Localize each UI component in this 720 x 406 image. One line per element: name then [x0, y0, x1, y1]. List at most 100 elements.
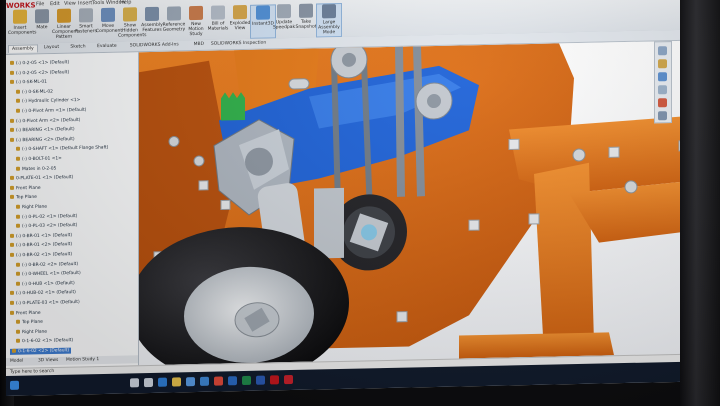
tree-item[interactable]: (-) 0-BR-02 <2> (Default) — [16, 261, 78, 268]
tree-item[interactable]: (-) 0-WHEEL <1> (Default) — [16, 271, 81, 278]
large-assembly-button[interactable]: Large Assembly Mode — [316, 2, 342, 38]
menu-item-edit[interactable]: Edit — [50, 1, 60, 7]
tab-sketch[interactable]: Sketch — [67, 43, 88, 50]
mail-icon[interactable] — [200, 376, 209, 386]
explorer-icon[interactable] — [172, 377, 181, 387]
tree-item[interactable]: Right Plane — [16, 204, 47, 210]
part-icon — [16, 147, 20, 152]
edge-icon[interactable] — [158, 377, 167, 387]
tree-item[interactable]: Front Plane — [10, 310, 41, 316]
view-palette-icon[interactable] — [658, 85, 667, 95]
tree-item[interactable]: (-) 0-BR-01 <1> (Default) — [10, 232, 72, 239]
insert-component-button[interactable]: Insert Components — [8, 9, 36, 42]
menu-item-insert[interactable]: Insert — [78, 0, 92, 6]
graphics-viewport[interactable] — [139, 40, 682, 366]
tree-item[interactable]: (-) 0-BOLT-01 <1> — [16, 156, 62, 162]
mate-button[interactable]: Mate — [30, 9, 54, 42]
tree-item[interactable]: (-) 0-HUB-02 <1> (Default) — [10, 290, 76, 297]
menu-item-help[interactable]: Help — [120, 0, 131, 6]
tree-item[interactable]: (-) 0-BR-01 <2> (Default) — [10, 242, 72, 249]
tree-tab-3d-views[interactable]: 3D Views — [38, 358, 58, 363]
speedpak-button[interactable]: Update Speedpak — [272, 4, 296, 37]
tree-item[interactable]: (-) 0-SK-ML-01 — [10, 79, 47, 85]
tree-item[interactable]: Top Plane — [16, 319, 43, 325]
file-explorer-icon[interactable] — [658, 72, 667, 82]
tree-item[interactable]: Right Plane — [16, 329, 47, 335]
tab-solidworks-add-ins[interactable]: SOLIDWORKS Add-Ins — [127, 41, 182, 49]
tree-item[interactable]: Front Plane — [10, 185, 41, 191]
tree-item[interactable]: (-) 0-BR-02 <1> (Default) — [10, 252, 72, 259]
part-icon — [16, 108, 20, 113]
tree-item[interactable]: (-) 0-HUB <1> (Default) — [16, 280, 75, 287]
custom-properties-icon[interactable] — [658, 111, 667, 121]
search-icon[interactable] — [130, 378, 139, 388]
snapshot-button[interactable]: Take Snapshot — [294, 3, 318, 36]
tree-tab-model[interactable]: Model — [10, 359, 23, 364]
bom-button[interactable]: Bill of Materials — [206, 5, 230, 38]
tree-item-label: (-) 0-HUB <1> (Default) — [22, 280, 75, 287]
assembly-features-button[interactable]: Assembly Features — [140, 6, 164, 40]
speedpak-icon — [277, 4, 291, 19]
show-hidden-button[interactable]: Show Hidden Components — [118, 7, 146, 40]
menu-item-view[interactable]: View — [64, 1, 76, 7]
tab-solidworks-inspection[interactable]: SOLIDWORKS Inspection — [208, 39, 269, 47]
exploded-view-button[interactable]: Exploded View — [228, 4, 252, 38]
tree-item[interactable]: (-) 0-PL-02 <1> (Default) — [16, 213, 77, 220]
part-icon — [16, 262, 20, 267]
tree-item[interactable]: (-) 0-Pivot Arm <2> (Default) — [10, 117, 80, 124]
tree-item[interactable]: 0-1-6-02 <2> (Default) — [10, 347, 72, 355]
tree-item[interactable]: (-) 0-SK-ML-02 — [16, 89, 53, 95]
tab-assembly[interactable]: Assembly — [8, 44, 38, 53]
outlook-icon[interactable] — [228, 376, 237, 386]
ribbon-button-label: Mate — [36, 25, 48, 31]
tree-item[interactable]: 0-1-6-02 <1> (Default) — [16, 338, 73, 345]
tree-item-label: 0-PLATE-01 <1> (Default) — [16, 175, 74, 182]
assembly-model[interactable] — [139, 41, 682, 366]
tree-item[interactable]: (-) 0-PLATE-03 <1> (Default) — [10, 299, 80, 306]
tree-item[interactable]: (-) 0-2-05 <2> (Default) — [10, 69, 69, 76]
tree-item-label: (-) 0-PLATE-03 <1> (Default) — [16, 299, 80, 307]
tab-evaluate[interactable]: Evaluate — [94, 43, 120, 51]
solidworks-icon[interactable] — [270, 375, 279, 385]
tree-item[interactable]: (-) 0-PL-03 <2> (Default) — [16, 223, 77, 230]
excel-icon[interactable] — [242, 375, 251, 386]
tree-item[interactable]: (-) BEARING <1> (Default) — [10, 127, 75, 134]
pattern-button[interactable]: Linear Component Pattern — [52, 8, 78, 42]
reference-geometry-button[interactable]: Reference Geometry — [162, 6, 186, 39]
ribbon-button-label: Exploded View — [229, 20, 251, 32]
tree-item[interactable]: (-) 0-2-05 <1> (Default) — [10, 60, 69, 67]
monitor-bezel-right — [680, 0, 720, 406]
tree-tab-motion-study-1[interactable]: Motion Study 1 — [66, 357, 99, 363]
part-icon — [16, 89, 20, 94]
motion-study-button[interactable]: New Motion Study — [184, 5, 208, 39]
tree-item-label: (-) 0-BR-02 <1> (Default) — [16, 252, 73, 259]
tab-mbd[interactable]: MBD — [191, 41, 207, 48]
fastener-button[interactable]: Smart Fasteners — [74, 8, 98, 41]
acrobat-icon[interactable] — [284, 374, 293, 385]
instant3d-icon — [256, 5, 270, 20]
move-button[interactable]: Move Component — [96, 7, 122, 41]
store-icon[interactable] — [186, 377, 195, 387]
resources-icon[interactable] — [658, 46, 667, 56]
task-view-icon[interactable] — [144, 377, 153, 388]
appearances-icon[interactable] — [658, 98, 667, 108]
part-icon — [10, 243, 14, 248]
tab-layout[interactable]: Layout — [41, 44, 62, 51]
start-icon[interactable] — [10, 380, 19, 390]
tree-item[interactable]: (-) 0-SHAFT <1> (Default Flange Shaft) — [16, 145, 108, 153]
menu-item-tools[interactable]: Tools — [92, 0, 104, 6]
tree-item[interactable]: 0-PLATE-01 <1> (Default) — [10, 175, 73, 182]
word-icon[interactable] — [256, 375, 265, 385]
tree-item[interactable]: (-) Hydraulic Cylinder <1> — [16, 98, 80, 105]
tree-item-label: Front Plane — [16, 185, 41, 192]
menu-item-file[interactable]: File — [36, 1, 44, 7]
design-library-icon[interactable] — [658, 59, 667, 69]
part-icon — [16, 271, 20, 276]
ribbon-button-label: New Motion Study — [188, 21, 204, 38]
tree-item[interactable]: Mates in 0-2-05 — [16, 166, 56, 172]
tree-item[interactable]: (-) BEARING <2> (Default) — [10, 136, 75, 143]
ribbon-button-label: Update Speedpak — [272, 20, 296, 31]
chrome-icon[interactable] — [214, 376, 223, 386]
tree-item[interactable]: Top Plane — [10, 195, 37, 201]
tree-item[interactable]: (-) 0-Pivot Arm <1> (Default) — [16, 107, 86, 114]
